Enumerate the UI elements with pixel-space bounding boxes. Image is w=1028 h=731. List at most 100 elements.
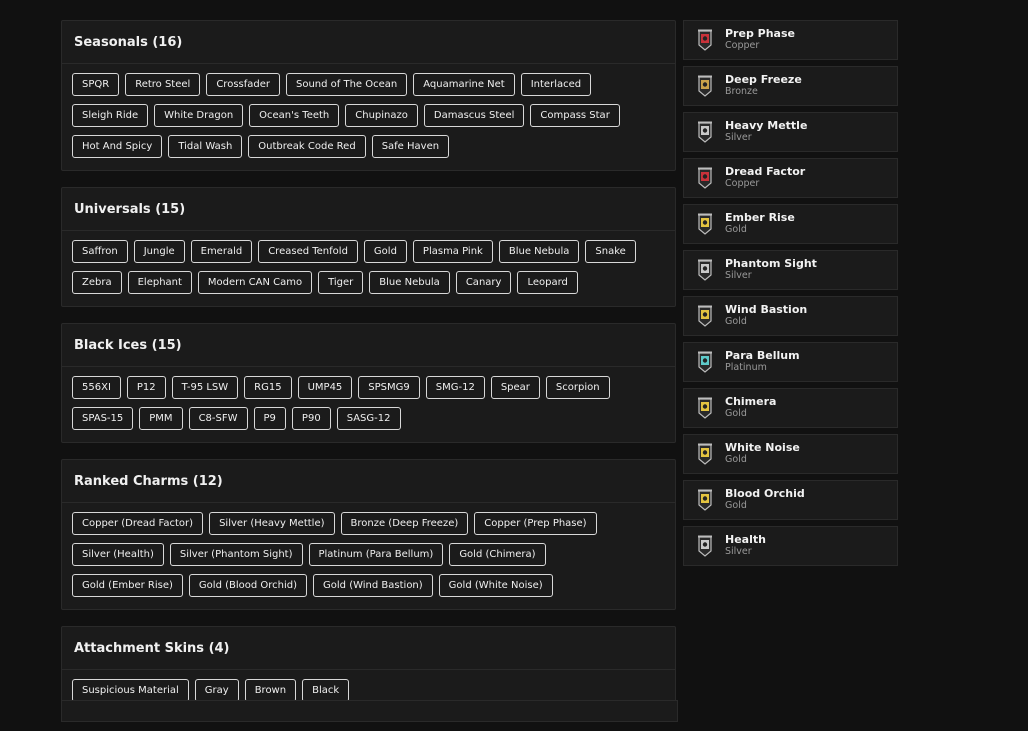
- tag-silver-heavy-mettle[interactable]: Silver (Heavy Mettle): [209, 512, 335, 535]
- charm-wind-bastion[interactable]: Wind Bastion Gold: [683, 296, 898, 336]
- tag-blue-nebula[interactable]: Blue Nebula: [369, 271, 450, 294]
- tag-scorpion[interactable]: Scorpion: [545, 376, 610, 399]
- tag-sasg-12[interactable]: SASG-12: [336, 407, 401, 430]
- tag-556xi[interactable]: 556XI: [72, 376, 121, 399]
- charm-ember-rise[interactable]: Ember Rise Gold: [683, 204, 898, 244]
- silver-rank-charm-icon: [695, 120, 715, 144]
- tag-suspicious-material[interactable]: Suspicious Material: [72, 679, 189, 702]
- charm-name: Dread Factor: [725, 165, 806, 178]
- section-ranked-charms: Ranked Charms (12) Copper (Dread Factor) S…: [61, 459, 676, 610]
- charm-tier: Platinum: [725, 362, 767, 373]
- charm-chimera[interactable]: Chimera Gold: [683, 388, 898, 428]
- charm-name: Health: [725, 533, 766, 546]
- charm-text: Phantom Sight Silver: [725, 258, 817, 282]
- copper-rank-charm-icon: [695, 28, 715, 52]
- charm-text: White Noise Gold: [725, 442, 800, 466]
- tag-list: Copper (Dread Factor) Silver (Heavy Mettl…: [62, 503, 675, 609]
- tag-black[interactable]: Black: [302, 679, 350, 702]
- tag-damascus-steel[interactable]: Damascus Steel: [423, 104, 525, 127]
- charm-name: Blood Orchid: [725, 487, 805, 500]
- tag-compass-star[interactable]: Compass Star: [530, 104, 620, 127]
- tag-spear[interactable]: Spear: [490, 376, 540, 399]
- tag-retro-steel[interactable]: Retro Steel: [125, 73, 201, 96]
- tag-brown[interactable]: Brown: [244, 679, 297, 702]
- charm-text: Chimera Gold: [725, 396, 776, 420]
- charm-para-bellum[interactable]: Para Bellum Platinum: [683, 342, 898, 382]
- tag-modern-can-camo[interactable]: Modern CAN Camo: [197, 271, 313, 294]
- gold-rank-charm-icon: [695, 442, 715, 466]
- tag-tidal-wash[interactable]: Tidal Wash: [168, 135, 243, 158]
- tag-gold-white-noise[interactable]: Gold (White Noise): [438, 574, 553, 597]
- tag-elephant[interactable]: Elephant: [127, 271, 192, 294]
- tag-ump45[interactable]: UMP45: [297, 376, 353, 399]
- tag-plasma-pink[interactable]: Plasma Pink: [412, 240, 493, 263]
- tag-spsmg9[interactable]: SPSMG9: [358, 376, 420, 399]
- tag-spqr[interactable]: SPQR: [72, 73, 120, 96]
- charm-tier: Gold: [725, 500, 747, 511]
- tag-copper-prep-phase[interactable]: Copper (Prep Phase): [474, 512, 597, 535]
- tag-smg-12[interactable]: SMG-12: [425, 376, 485, 399]
- tag-gold-wind-bastion[interactable]: Gold (Wind Bastion): [313, 574, 433, 597]
- charm-text: Wind Bastion Gold: [725, 304, 807, 328]
- tag-copper-dread-factor[interactable]: Copper (Dread Factor): [72, 512, 204, 535]
- tag-saffron[interactable]: Saffron: [72, 240, 128, 263]
- tag-bronze-deep-freeze[interactable]: Bronze (Deep Freeze): [340, 512, 469, 535]
- tag-outbreak-code-red[interactable]: Outbreak Code Red: [248, 135, 366, 158]
- charm-text: Deep Freeze Bronze: [725, 74, 802, 98]
- tag-hot-and-spicy[interactable]: Hot And Spicy: [72, 135, 163, 158]
- charm-text: Heavy Mettle Silver: [725, 120, 807, 144]
- charm-blood-orchid[interactable]: Blood Orchid Gold: [683, 480, 898, 520]
- charm-dread-factor[interactable]: Dread Factor Copper: [683, 158, 898, 198]
- tag-silver-phantom-sight[interactable]: Silver (Phantom Sight): [169, 543, 303, 566]
- tag-gold-ember-rise[interactable]: Gold (Ember Rise): [72, 574, 183, 597]
- tag-interlaced[interactable]: Interlaced: [520, 73, 592, 96]
- charm-heavy-mettle[interactable]: Heavy Mettle Silver: [683, 112, 898, 152]
- tag-white-dragon[interactable]: White Dragon: [154, 104, 244, 127]
- tag-p12[interactable]: P12: [126, 376, 166, 399]
- charm-deep-freeze[interactable]: Deep Freeze Bronze: [683, 66, 898, 106]
- tag-blue-nebula[interactable]: Blue Nebula: [498, 240, 580, 263]
- tag-platinum-para-bellum[interactable]: Platinum (Para Bellum): [308, 543, 444, 566]
- tag-gray[interactable]: Gray: [194, 679, 239, 702]
- tag-p9[interactable]: P9: [253, 407, 286, 430]
- tag-emerald[interactable]: Emerald: [190, 240, 253, 263]
- tag-aquamarine-net[interactable]: Aquamarine Net: [413, 73, 515, 96]
- tag-p90[interactable]: P90: [291, 407, 331, 430]
- tag-spas-15[interactable]: SPAS-15: [72, 407, 134, 430]
- tag-gold-chimera[interactable]: Gold (Chimera): [449, 543, 546, 566]
- tag-jungle[interactable]: Jungle: [133, 240, 185, 263]
- charm-tier: Copper: [725, 40, 760, 51]
- tag-gold[interactable]: Gold: [363, 240, 407, 263]
- next-section-stub: [61, 700, 678, 722]
- charm-name: Deep Freeze: [725, 73, 802, 86]
- tag-creased-tenfold[interactable]: Creased Tenfold: [258, 240, 358, 263]
- tag-leopard[interactable]: Leopard: [517, 271, 578, 294]
- charm-white-noise[interactable]: White Noise Gold: [683, 434, 898, 474]
- tag-pmm[interactable]: PMM: [139, 407, 183, 430]
- tag-canary[interactable]: Canary: [455, 271, 512, 294]
- tag-sleigh-ride[interactable]: Sleigh Ride: [72, 104, 149, 127]
- section-title: Seasonals (16): [62, 21, 675, 64]
- tag-c8-sfw[interactable]: C8-SFW: [188, 407, 248, 430]
- charm-health[interactable]: Health Silver: [683, 526, 898, 566]
- tag-chupinazo[interactable]: Chupinazo: [345, 104, 418, 127]
- charm-text: Ember Rise Gold: [725, 212, 795, 236]
- charm-prep-phase[interactable]: Prep Phase Copper: [683, 20, 898, 60]
- tag-t-95-lsw[interactable]: T-95 LSW: [171, 376, 239, 399]
- tag-safe-haven[interactable]: Safe Haven: [371, 135, 450, 158]
- charm-tier: Gold: [725, 454, 747, 465]
- tag-gold-blood-orchid[interactable]: Gold (Blood Orchid): [188, 574, 308, 597]
- tag-crossfader[interactable]: Crossfader: [206, 73, 280, 96]
- charm-phantom-sight[interactable]: Phantom Sight Silver: [683, 250, 898, 290]
- tag-ocean-s-teeth[interactable]: Ocean's Teeth: [249, 104, 340, 127]
- tag-silver-health[interactable]: Silver (Health): [72, 543, 164, 566]
- charm-name: White Noise: [725, 441, 800, 454]
- tag-sound-of-the-ocean[interactable]: Sound of The Ocean: [286, 73, 408, 96]
- section-title: Attachment Skins (4): [62, 627, 675, 670]
- tag-rg15[interactable]: RG15: [244, 376, 292, 399]
- tag-tiger[interactable]: Tiger: [318, 271, 364, 294]
- charm-name: Para Bellum: [725, 349, 800, 362]
- tag-list: 556XI P12 T-95 LSW RG15 UMP45 SPSMG9 SMG-12 Spe…: [62, 367, 675, 442]
- tag-zebra[interactable]: Zebra: [72, 271, 122, 294]
- tag-snake[interactable]: Snake: [585, 240, 636, 263]
